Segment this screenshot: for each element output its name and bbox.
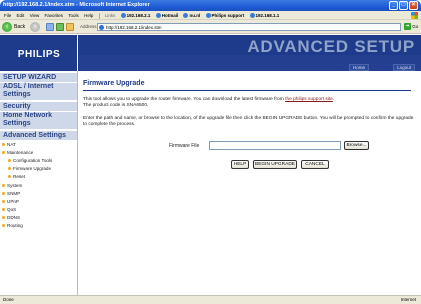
bullet-icon <box>2 192 5 196</box>
browse-button[interactable]: Browse... <box>344 141 369 150</box>
sidebar-advanced-settings[interactable]: Advanced Settings <box>0 131 77 141</box>
page-title: Firmware Upgrade <box>83 80 145 87</box>
ie-page-icon <box>183 13 189 19</box>
main-content: Firmware Upgrade This tool allows you to… <box>79 71 421 295</box>
browser-toolbar: ‹ Back › Address http://192.168.2.1/inde… <box>0 20 421 34</box>
menu-file[interactable]: File <box>4 13 11 18</box>
maximize-icon[interactable]: □ <box>399 1 408 10</box>
back-arrow-icon[interactable]: ‹ <box>2 22 12 32</box>
address-bar[interactable]: http://192.168.2.1/index.stm <box>97 23 401 31</box>
go-button[interactable]: ➜ Go <box>404 23 419 31</box>
menu-view[interactable]: View <box>30 13 40 18</box>
title-bar: http://192.168.2.1/index.stm - Microsoft… <box>0 0 421 11</box>
firmware-file-label: Firmware File <box>169 143 200 149</box>
logout-button[interactable]: Logout <box>393 64 415 71</box>
sidebar-item-system[interactable]: System <box>2 183 22 189</box>
bullet-icon <box>2 208 5 212</box>
product-code-text: The product code is SNA6500. <box>83 103 149 109</box>
status-bar: Done Internet <box>0 295 421 304</box>
sidebar-home-network-settings[interactable]: Home Network Settings <box>0 112 77 130</box>
go-arrow-icon: ➜ <box>404 23 411 31</box>
home-button[interactable]: Home <box>348 64 369 71</box>
ie-page-icon <box>120 13 126 19</box>
bullet-icon <box>8 175 11 179</box>
logo-text: PHILIPS <box>17 49 61 60</box>
sidebar-item-upnp[interactable]: UPnP <box>2 199 19 205</box>
menu-favorites[interactable]: Favorites <box>45 13 64 18</box>
sidebar: SETUP WIZARD ADSL / Internet Settings Se… <box>0 71 78 295</box>
header-stripe <box>79 55 421 71</box>
bullet-icon <box>2 224 5 228</box>
window-title: http://192.168.2.1/index.stm - Microsoft… <box>3 2 150 8</box>
link-192-168-2-1[interactable]: 192.168.2.1 <box>120 13 150 19</box>
ie-page-icon <box>205 13 211 19</box>
link-192-168-1-1[interactable]: 192.168.1.1 <box>249 13 279 19</box>
title-divider <box>83 90 411 91</box>
menu-help[interactable]: Help <box>84 13 93 18</box>
help-button[interactable]: HELP <box>231 160 249 169</box>
ie-page-icon <box>99 25 104 30</box>
bullet-icon <box>2 200 5 204</box>
refresh-icon[interactable] <box>56 23 64 31</box>
sidebar-item-configuration-tools[interactable]: Configuration Tools <box>8 158 52 164</box>
stop-icon[interactable] <box>46 23 54 31</box>
ie-page-icon <box>249 13 255 19</box>
links-label: Links <box>104 13 116 18</box>
sidebar-item-firmware-upgrade[interactable]: Firmware Upgrade <box>8 166 51 172</box>
sidebar-item-routing[interactable]: Routing <box>2 223 23 229</box>
menu-edit[interactable]: Edit <box>17 13 25 18</box>
menu-separator <box>98 12 100 19</box>
sidebar-item-nat[interactable]: NAT <box>2 142 16 148</box>
bullet-icon <box>2 143 5 147</box>
menu-tools[interactable]: Tools <box>68 13 79 18</box>
sidebar-setup-wizard[interactable]: SETUP WIZARD <box>0 73 77 83</box>
sidebar-item-maintenance[interactable]: Maintenance <box>2 150 33 156</box>
bullet-icon <box>2 151 5 155</box>
bullet-icon <box>8 167 11 171</box>
philips-support-link[interactable]: the philips support site <box>285 97 333 102</box>
bullet-icon <box>2 216 5 220</box>
begin-upgrade-button[interactable]: BEGIN UPGRADE <box>253 160 297 169</box>
link-hotmail[interactable]: Hotmail <box>155 13 178 19</box>
intro-paragraph: This tool allows you to upgrade the rout… <box>83 97 335 109</box>
ie-page-icon <box>155 13 161 19</box>
sidebar-security[interactable]: Security <box>0 102 77 112</box>
windows-logo-icon <box>411 12 418 19</box>
page-brand-title: ADVANCED SETUP <box>247 37 415 56</box>
home-icon[interactable] <box>66 23 74 31</box>
philips-logo: PHILIPS <box>0 35 78 71</box>
firmware-file-input[interactable] <box>209 141 341 150</box>
link-nu-nl[interactable]: nu.nl <box>183 13 200 19</box>
status-text: Done <box>3 297 14 302</box>
back-button[interactable]: Back <box>14 23 25 31</box>
status-zone: Internet <box>400 297 416 302</box>
link-philips-support[interactable]: Philips support <box>205 13 244 19</box>
browser-window: http://192.168.2.1/index.stm - Microsoft… <box>0 0 421 304</box>
address-label: Address <box>80 24 97 29</box>
forward-arrow-icon[interactable]: › <box>30 22 40 32</box>
address-value: http://192.168.2.1/index.stm <box>106 25 162 30</box>
close-icon[interactable]: × <box>409 1 418 10</box>
sidebar-item-reset[interactable]: Reset <box>8 174 25 180</box>
instructions-paragraph: Enter the path and name, or browse to th… <box>83 116 414 128</box>
sidebar-adsl-internet-settings[interactable]: ADSL / Internet Settings <box>0 83 77 101</box>
cancel-button[interactable]: CANCEL <box>301 160 329 169</box>
sidebar-item-qos[interactable]: QoS <box>2 207 16 213</box>
minimize-icon[interactable]: _ <box>389 1 398 10</box>
bullet-icon <box>8 159 11 163</box>
sidebar-item-snmp[interactable]: SNMP <box>2 191 20 197</box>
sidebar-item-ddns[interactable]: DDNS <box>2 215 20 221</box>
bullet-icon <box>2 184 5 188</box>
menu-bar: File Edit View Favorites Tools Help Link… <box>0 11 421 20</box>
